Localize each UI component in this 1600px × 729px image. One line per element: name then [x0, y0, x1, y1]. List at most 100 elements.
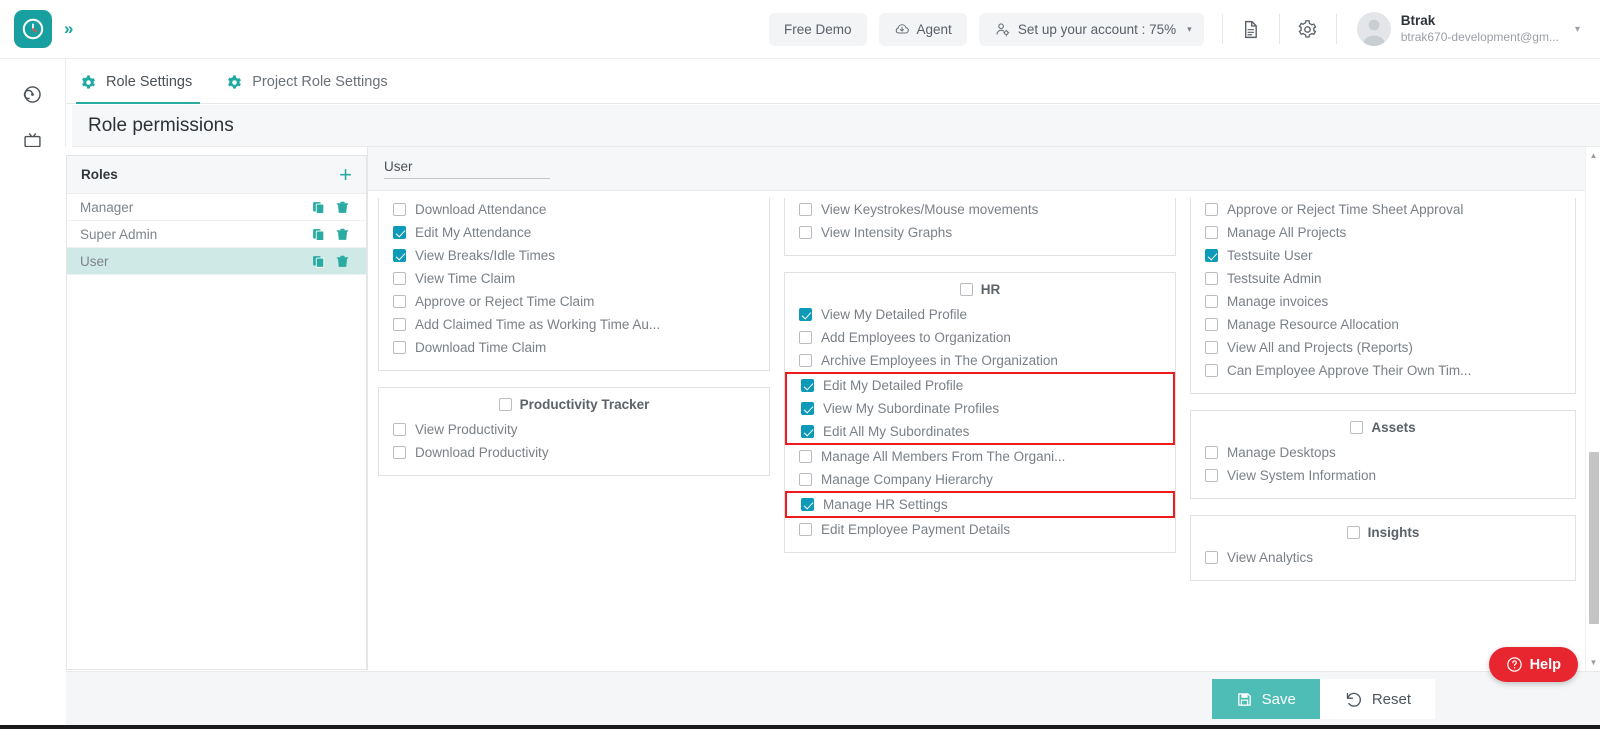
role-name-input[interactable]: User	[384, 159, 550, 179]
checkbox[interactable]	[393, 272, 406, 285]
duplicate-role-button[interactable]	[306, 200, 330, 215]
tab-project-role-settings[interactable]: Project Role Settings	[212, 59, 407, 103]
permission-row[interactable]: Approve or Reject Time Sheet Approval	[1191, 198, 1575, 221]
checkbox[interactable]	[959, 283, 973, 296]
delete-role-button[interactable]	[330, 227, 354, 242]
permission-row[interactable]: View Time Claim	[379, 267, 769, 290]
permission-row[interactable]: Approve or Reject Time Claim	[379, 290, 769, 313]
permission-row[interactable]: Edit Employee Payment Details	[785, 518, 1175, 541]
checkbox[interactable]	[1205, 551, 1218, 564]
permission-row[interactable]: Download Attendance	[379, 198, 769, 221]
permission-row[interactable]: View Analytics	[1191, 546, 1575, 569]
sidebar-expand-icon[interactable]: »	[64, 19, 74, 39]
checkbox[interactable]	[393, 249, 406, 262]
duplicate-role-button[interactable]	[306, 254, 330, 269]
checkbox[interactable]	[1205, 226, 1218, 239]
checkbox[interactable]	[799, 226, 812, 239]
free-demo-button[interactable]: Free Demo	[769, 12, 867, 46]
checkbox[interactable]	[393, 226, 406, 239]
vertical-scrollbar[interactable]: ▲ ▼	[1585, 147, 1600, 671]
checkbox[interactable]	[498, 398, 512, 411]
permission-row[interactable]: Manage Desktops	[1191, 441, 1575, 464]
checkbox[interactable]	[801, 379, 814, 392]
checkbox[interactable]	[1205, 469, 1218, 482]
checkbox[interactable]	[1205, 446, 1218, 459]
checkbox[interactable]	[799, 331, 812, 344]
duplicate-role-button[interactable]	[306, 227, 330, 242]
checkbox[interactable]	[1205, 318, 1218, 331]
checkbox[interactable]	[393, 318, 406, 331]
permission-row[interactable]: Archive Employees in The Organization	[785, 349, 1175, 372]
permission-row[interactable]: Manage invoices	[1191, 290, 1575, 313]
permission-group-title[interactable]: Assets	[1191, 420, 1575, 435]
checkbox[interactable]	[1346, 526, 1360, 539]
permission-row[interactable]: View System Information	[1191, 464, 1575, 487]
permission-row[interactable]: View Productivity	[379, 418, 769, 441]
permission-row[interactable]: View My Subordinate Profiles	[787, 397, 1173, 420]
checkbox[interactable]	[801, 425, 814, 438]
permission-row[interactable]: Download Productivity	[379, 441, 769, 464]
agent-button[interactable]: Agent	[878, 12, 967, 46]
save-button[interactable]: Save	[1211, 679, 1320, 719]
permission-row[interactable]: Manage HR Settings	[787, 493, 1173, 516]
user-menu[interactable]: Btrak btrak670-development@gm... ▾	[1343, 12, 1600, 46]
role-row[interactable]: Super Admin	[67, 221, 366, 248]
rail-item-dashboard[interactable]	[16, 82, 50, 106]
checkbox[interactable]	[799, 473, 812, 486]
checkbox[interactable]	[1205, 341, 1218, 354]
permission-row[interactable]: View Intensity Graphs	[785, 221, 1175, 244]
checkbox[interactable]	[1205, 203, 1218, 216]
checkbox[interactable]	[393, 446, 406, 459]
reset-button[interactable]: Reset	[1319, 679, 1435, 719]
checkbox[interactable]	[1205, 364, 1218, 377]
checkbox[interactable]	[801, 498, 814, 511]
permission-row[interactable]: Manage Company Hierarchy	[785, 468, 1175, 491]
permission-row[interactable]: View All and Projects (Reports)	[1191, 336, 1575, 359]
checkbox[interactable]	[393, 295, 406, 308]
documents-button[interactable]	[1229, 9, 1273, 49]
scrollbar-thumb[interactable]	[1588, 452, 1599, 624]
permission-row[interactable]: Manage Resource Allocation	[1191, 313, 1575, 336]
permission-row[interactable]: Add Claimed Time as Working Time Au...	[379, 313, 769, 336]
permission-row[interactable]: Add Employees to Organization	[785, 326, 1175, 349]
permission-row[interactable]: View Keystrokes/Mouse movements	[785, 198, 1175, 221]
checkbox[interactable]	[393, 203, 406, 216]
role-row[interactable]: Manager	[67, 194, 366, 221]
checkbox[interactable]	[1205, 249, 1218, 262]
permission-row[interactable]: View My Detailed Profile	[785, 303, 1175, 326]
checkbox[interactable]	[1205, 295, 1218, 308]
checkbox[interactable]	[799, 354, 812, 367]
permission-group-title[interactable]: Productivity Tracker	[379, 397, 769, 412]
permission-row[interactable]: View Breaks/Idle Times	[379, 244, 769, 267]
help-button[interactable]: Help	[1488, 647, 1578, 682]
permission-group-title[interactable]: Insights	[1191, 525, 1575, 540]
checkbox[interactable]	[393, 423, 406, 436]
permission-row[interactable]: Testsuite User	[1191, 244, 1575, 267]
checkbox[interactable]	[393, 341, 406, 354]
delete-role-button[interactable]	[330, 254, 354, 269]
permission-row[interactable]: Download Time Claim	[379, 336, 769, 359]
permission-row[interactable]: Can Employee Approve Their Own Tim...	[1191, 359, 1575, 382]
permission-row[interactable]: Testsuite Admin	[1191, 267, 1575, 290]
scroll-up-arrow[interactable]: ▲	[1589, 151, 1598, 160]
checkbox[interactable]	[799, 523, 812, 536]
checkbox[interactable]	[1350, 421, 1364, 434]
scroll-down-arrow[interactable]: ▼	[1589, 658, 1598, 667]
checkbox[interactable]	[799, 308, 812, 321]
permission-row[interactable]: Manage All Projects	[1191, 221, 1575, 244]
permission-row[interactable]: Edit All My Subordinates	[787, 420, 1173, 443]
permission-row[interactable]: Edit My Attendance	[379, 221, 769, 244]
setup-account-button[interactable]: Set up your account : 75% ▾	[978, 12, 1204, 46]
tab-role-settings[interactable]: Role Settings	[66, 59, 212, 104]
permission-group-title[interactable]: HR	[785, 282, 1175, 297]
role-row[interactable]: User	[67, 248, 366, 275]
checkbox[interactable]	[801, 402, 814, 415]
permission-row[interactable]: Manage All Members From The Organi...	[785, 445, 1175, 468]
checkbox[interactable]	[799, 203, 812, 216]
permission-row[interactable]: Edit My Detailed Profile	[787, 374, 1173, 397]
delete-role-button[interactable]	[330, 200, 354, 215]
checkbox[interactable]	[799, 450, 812, 463]
settings-button[interactable]	[1286, 9, 1330, 49]
add-role-button[interactable]: +	[339, 163, 352, 186]
checkbox[interactable]	[1205, 272, 1218, 285]
